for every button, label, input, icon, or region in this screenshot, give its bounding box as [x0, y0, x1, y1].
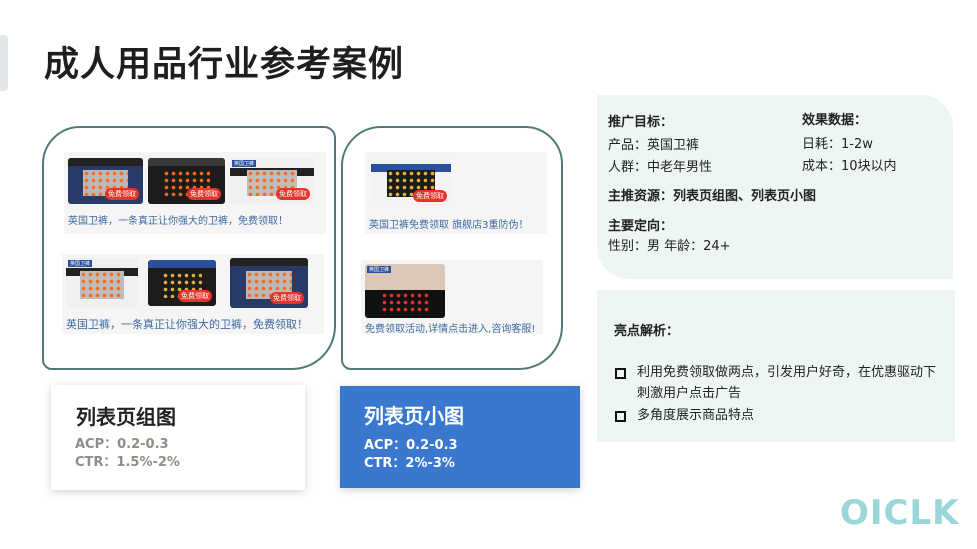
product-thumb: 免费领取 — [148, 158, 225, 204]
square-bullet-icon — [615, 411, 626, 422]
page-title: 成人用品行业参考案例 — [44, 45, 405, 85]
free-badge: 免费领取 — [413, 190, 447, 202]
ad-caption: 英国卫裤，一条真正让你强大的卫裤，免费领取！ — [68, 216, 288, 227]
brand-tag: 英国卫裤 — [367, 266, 392, 273]
acp-value: ACP：0.2-0.3 — [75, 437, 169, 452]
small-ad-2[interactable]: 英国卫裤 免费领取活动,详情点击进入,咨询客服! — [361, 260, 543, 335]
highlights-panel: 亮点解析： 利用免费领取做两点，引发用户好奇，在优惠驱动下刺激用户点击广告 多角… — [597, 290, 955, 442]
product-thumb: 免费领取 — [148, 260, 216, 306]
daily-cost-text: 日耗：1-2w — [802, 137, 873, 152]
product-thumb: 英国卫裤 — [66, 258, 138, 308]
ad-caption: 英国卫裤免费领取 旗舰店3重防伪！ — [369, 220, 529, 231]
brand-tag: 英国卫裤 — [232, 160, 257, 167]
product-thumb: 免费领取 — [371, 158, 451, 206]
ad-caption: 英国卫裤，一条真正让你强大的卫裤，免费领取！ — [66, 318, 308, 331]
highlights-title: 亮点解析： — [614, 324, 680, 339]
card-title: 列表页组图 — [76, 405, 176, 429]
product-thumb: 免费领取 — [230, 258, 308, 308]
resource-text: 主推资源：列表页组图、列表页小图 — [608, 189, 817, 204]
ad-caption: 免费领取活动,详情点击进入,咨询客服! — [365, 324, 536, 335]
ctr-value: CTR：2%-3% — [364, 456, 455, 471]
effect-label: 效果数据： — [802, 113, 868, 128]
square-bullet-icon — [615, 368, 626, 379]
group-image-card: 列表页组图 ACP：0.2-0.3 CTR：1.5%-2% — [51, 385, 305, 490]
group-ad-2[interactable]: 英国卫裤 免费领取 免费领取 英国卫裤，一条真正让你强大的卫裤，免费领取！ — [62, 254, 324, 334]
title-accent-bar — [0, 35, 8, 91]
small-image-card: 列表页小图 ACP：0.2-0.3 CTR：2%-3% — [340, 386, 580, 488]
free-badge: 免费领取 — [178, 290, 212, 302]
campaign-info-panel: 推广目标： 产品：英国卫裤 人群：中老年男性 效果数据： 日耗：1-2w 成本：… — [597, 95, 953, 279]
free-badge: 免费领取 — [276, 188, 310, 200]
acp-value: ACP：0.2-0.3 — [364, 438, 458, 453]
group-ad-1[interactable]: 免费领取 免费领取 英国卫裤 免费领取 英国卫裤，一条真正让你强大的卫裤，免费领… — [64, 152, 326, 234]
model-thumb: 英国卫裤 — [365, 264, 445, 318]
free-badge: 免费领取 — [187, 188, 221, 200]
highlight-text: 利用免费领取做两点，引发用户好奇，在优惠驱动下刺激用户点击广告 — [637, 365, 937, 401]
highlight-item: 多角度展示商品特点 — [615, 405, 937, 426]
audience-text: 人群：中老年男性 — [608, 160, 713, 175]
product-thumb: 英国卫裤 免费领取 — [230, 158, 314, 204]
highlight-text: 多角度展示商品特点 — [637, 408, 755, 423]
targeting-label: 主要定向： — [608, 219, 674, 234]
free-badge: 免费领取 — [105, 188, 139, 200]
brand-tag: 英国卫裤 — [68, 260, 93, 267]
goal-label: 推广目标： — [608, 115, 674, 130]
highlight-item: 利用免费领取做两点，引发用户好奇，在优惠驱动下刺激用户点击广告 — [615, 362, 937, 404]
oiclk-logo: OICLK — [840, 493, 960, 533]
card-title: 列表页小图 — [364, 404, 464, 428]
cost-text: 成本：10块以内 — [802, 159, 897, 174]
ctr-value: CTR：1.5%-2% — [75, 455, 180, 470]
targeting-text: 性别：男 年龄：24+ — [608, 239, 731, 254]
small-ad-1[interactable]: 免费领取 英国卫裤免费领取 旗舰店3重防伪！ — [365, 152, 547, 234]
free-badge: 免费领取 — [270, 292, 304, 304]
group-ad-frame: 免费领取 免费领取 英国卫裤 免费领取 英国卫裤，一条真正让你强大的卫裤，免费领… — [42, 126, 336, 370]
product-thumb: 免费领取 — [68, 158, 143, 204]
small-ad-frame: 免费领取 英国卫裤免费领取 旗舰店3重防伪！ 英国卫裤 免费领取活动,详情点击进… — [341, 126, 563, 370]
product-text: 产品：英国卫裤 — [608, 138, 700, 153]
